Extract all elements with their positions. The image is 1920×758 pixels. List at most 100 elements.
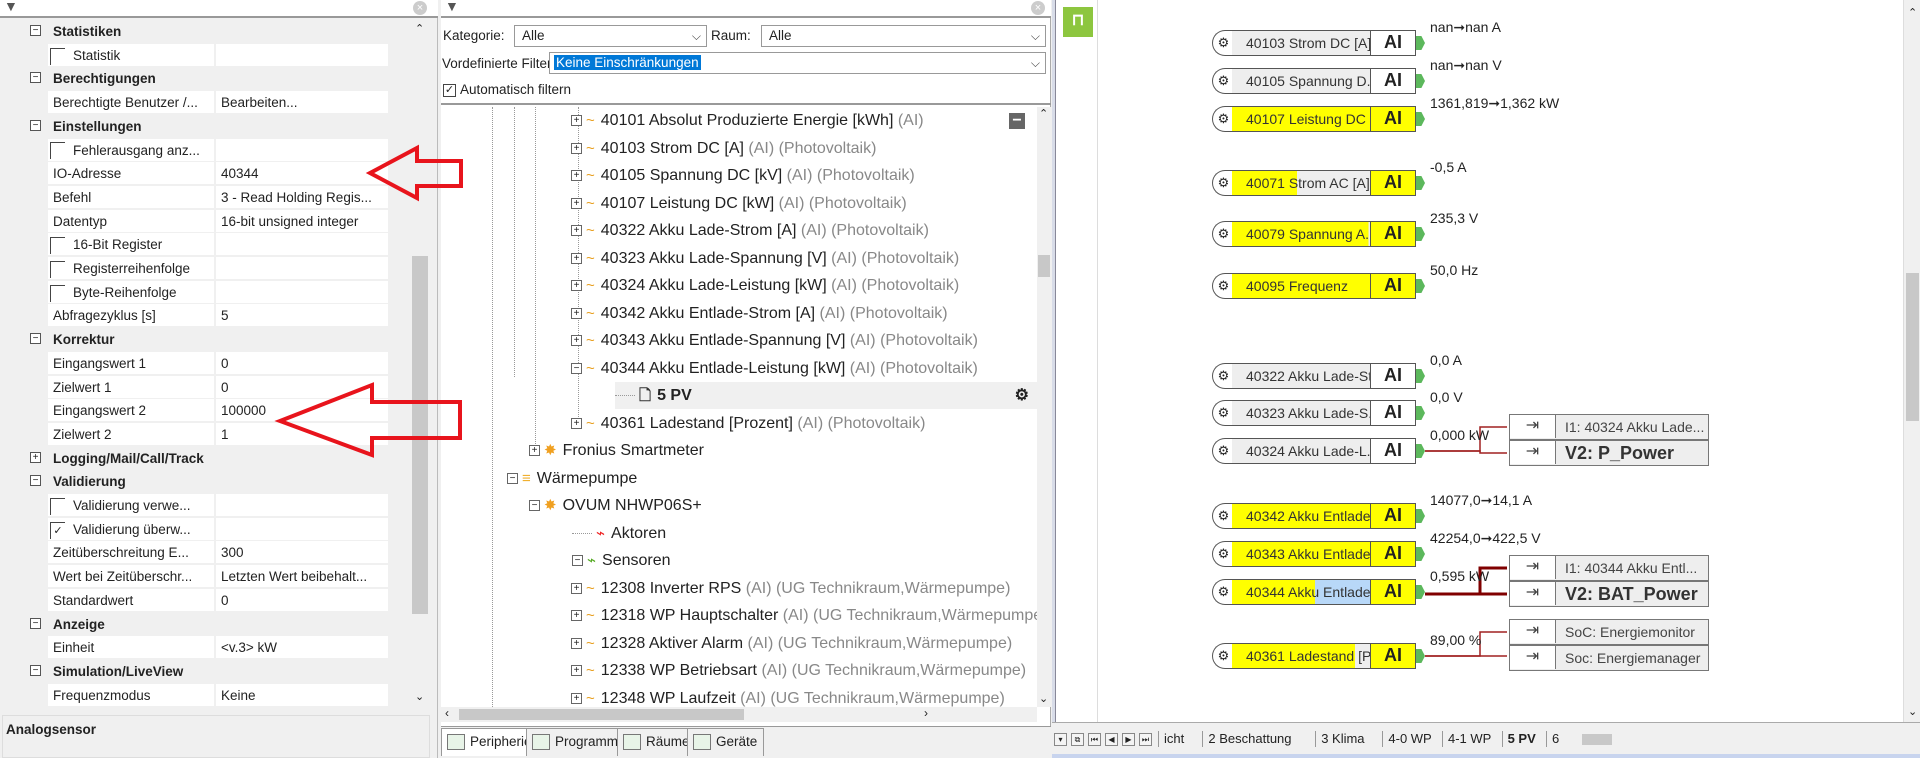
property-value[interactable]: 5 [216, 304, 388, 327]
expand-icon[interactable]: + [571, 280, 582, 292]
checkbox-icon[interactable] [50, 497, 65, 515]
gear-icon[interactable]: ⚙ [1212, 438, 1234, 464]
property-category[interactable]: − Validierung [0, 470, 388, 493]
property-value[interactable] [216, 257, 388, 279]
page-tab[interactable]: 4-1 WP [1442, 731, 1495, 747]
property-row[interactable]: Zielwert 1 0 [0, 375, 388, 399]
last-tab-icon[interactable]: ⏭ [1139, 733, 1152, 746]
tree-item[interactable]: + ~40342 Akku Entlade-Strom [A] (AI) (Pho… [571, 300, 948, 327]
page-tab[interactable]: 3 Klima [1315, 731, 1368, 747]
expand-icon[interactable]: + [529, 445, 540, 457]
property-value[interactable]: 40344 [216, 162, 388, 185]
property-value[interactable] [216, 517, 388, 540]
expand-icon[interactable]: + [571, 610, 582, 622]
tree-item[interactable]: + ~12348 WP Laufzeit (AI) (UG Technikraum… [571, 685, 1005, 708]
collapse-icon[interactable]: − [572, 555, 583, 567]
property-row[interactable]: Wert bei Zeitüberschr... Letzten Wert bei… [0, 565, 388, 588]
gear-icon[interactable]: ⚙ [1212, 579, 1234, 605]
tree-item[interactable]: + ~12318 WP Hauptschalter (AI) (UG Techni… [571, 602, 1037, 629]
property-value[interactable]: Bearbeiten... [216, 91, 388, 114]
property-row[interactable]: Eingangswert 1 0 [0, 351, 388, 375]
expand-icon[interactable]: + [571, 197, 582, 209]
expand-icon[interactable]: + [571, 637, 582, 649]
collapse-icon[interactable]: − [529, 500, 540, 512]
tree-item[interactable]: + ~40322 Akku Lade-Strom [A] (AI) (Photov… [571, 217, 929, 244]
tree-item[interactable]: − ≡ Wärmepumpe [507, 465, 637, 492]
filter-icon[interactable]: ▼ [445, 0, 459, 14]
property-value[interactable]: 0 [216, 588, 388, 611]
pin-icon[interactable]: ⊓ [1063, 7, 1093, 37]
gear-icon[interactable]: ⚙ [1212, 503, 1234, 529]
property-value[interactable] [216, 43, 388, 66]
gear-icon[interactable]: ⚙ [1212, 68, 1234, 94]
property-value[interactable]: 0 [216, 375, 388, 398]
gear-icon[interactable]: ⚙ [1212, 30, 1234, 56]
target-input[interactable]: ⇥ SoC: Energiemonitor [1509, 619, 1709, 645]
tree-hscrollbar[interactable]: ‹ › [441, 706, 1037, 722]
analog-input-block[interactable]: ⚙ 40324 Akku Lade-L... AI [1212, 438, 1425, 464]
expand-icon[interactable]: + [571, 307, 582, 319]
property-value[interactable] [216, 233, 388, 256]
property-value[interactable] [216, 494, 388, 516]
tab-raeume[interactable]: Räume [617, 728, 697, 756]
tree-item[interactable]: + ~40105 Spannung DC [kV] (AI) (Photovolt… [571, 162, 915, 189]
scroll-up-icon[interactable]: ⌃ [415, 22, 424, 35]
gear-icon[interactable]: ⚙ [1212, 106, 1234, 132]
property-row[interactable]: 16-Bit Register [0, 233, 388, 256]
scrollbar-thumb[interactable] [1582, 734, 1612, 745]
property-value[interactable]: Keine [216, 683, 388, 706]
target-input[interactable]: ⇥ I1: 40344 Akku Entl... [1509, 555, 1709, 581]
expand-icon[interactable]: + [30, 451, 41, 463]
property-row[interactable]: Registerreihenfolge [0, 257, 388, 280]
checkbox-icon[interactable] [50, 284, 65, 302]
close-icon[interactable]: × [413, 1, 427, 15]
tab-programm[interactable]: Programm [526, 728, 626, 756]
expand-icon[interactable]: + [571, 582, 582, 594]
checkbox-icon[interactable] [50, 237, 65, 255]
analog-input-block[interactable]: ⚙ 40323 Akku Lade-S... AI [1212, 400, 1425, 426]
tree-item[interactable]: + ~40343 Akku Entlade-Spannung [V] (AI) (… [571, 327, 978, 354]
target-input[interactable]: ⇥ I1: 40324 Akku Lade... [1509, 414, 1709, 440]
property-row[interactable]: ✓ Validierung überw... [0, 517, 388, 541]
analog-input-block[interactable]: ⚙40107 Leistung DC [...AI [1212, 106, 1425, 132]
tree-item[interactable]: + ~40323 Akku Lade-Spannung [V] (AI) (Pho… [571, 245, 959, 272]
analog-input-block[interactable]: ⚙ 40343 Akku Entlade... AI [1212, 541, 1425, 567]
tree-item[interactable]: + ~12308 Inverter RPS (AI) (UG Technikrau… [571, 575, 1010, 602]
scrollbar-thumb[interactable] [412, 256, 428, 614]
tree-item[interactable]: + ~40103 Strom DC [A] (AI) (Photovoltaik) [571, 135, 876, 162]
property-category[interactable]: − Einstellungen [0, 115, 388, 138]
property-category[interactable]: + Logging/Mail/Call/Track [0, 447, 388, 470]
raum-select[interactable]: Alle ⌵ [761, 25, 1046, 47]
property-value[interactable]: 1 [216, 422, 388, 445]
expand-icon[interactable]: + [571, 417, 582, 429]
page-tab[interactable]: icht [1158, 731, 1188, 747]
scroll-right-icon[interactable]: › [924, 706, 928, 720]
close-icon[interactable]: × [1031, 1, 1045, 15]
collapse-icon[interactable]: − [1009, 113, 1025, 129]
property-value[interactable] [216, 280, 388, 303]
tree-item[interactable]: + ✸ Fronius Smartmeter [529, 437, 704, 464]
tree-item[interactable]: 🗋 5 PV ⚙ [615, 382, 1037, 409]
target-input[interactable]: ⇥ V2: BAT_Power [1509, 581, 1709, 607]
property-value[interactable]: 3 - Read Holding Regis... [216, 185, 388, 208]
property-value[interactable]: 100000 [216, 399, 388, 422]
scrollbar-thumb[interactable] [1906, 273, 1919, 421]
checkbox-checked-icon[interactable]: ✓ [50, 521, 65, 539]
collapse-icon[interactable]: − [571, 362, 582, 374]
tree-item[interactable]: + ~40101 Absolut Produzierte Energie [kWh… [571, 107, 924, 134]
analog-input-block[interactable]: ⚙ 40103 Strom DC [A] AI [1212, 30, 1425, 56]
gear-icon[interactable]: ⚙ [1212, 363, 1234, 389]
checkbox-icon[interactable] [50, 47, 65, 65]
auto-filter-checkbox[interactable]: ✓ Automatisch filtern [443, 82, 571, 97]
scroll-down-icon[interactable]: ⌄ [1039, 692, 1048, 705]
collapse-icon[interactable]: − [30, 25, 41, 36]
tree-item[interactable]: ⌁ Aktoren [572, 520, 666, 547]
tab-menu-icon[interactable]: ▾ [1054, 733, 1067, 746]
prev-tab-icon[interactable]: ◀ [1105, 733, 1118, 746]
next-tab-icon[interactable]: ▶ [1122, 733, 1135, 746]
target-input[interactable]: ⇥ Soc: Energiemanager [1509, 645, 1709, 671]
gear-icon[interactable]: ⚙ [1212, 643, 1234, 669]
first-tab-icon[interactable]: ⏮ [1088, 733, 1101, 746]
kategorie-select[interactable]: Alle ⌵ [514, 25, 707, 47]
page-tab[interactable]: 5 PV [1501, 731, 1540, 747]
